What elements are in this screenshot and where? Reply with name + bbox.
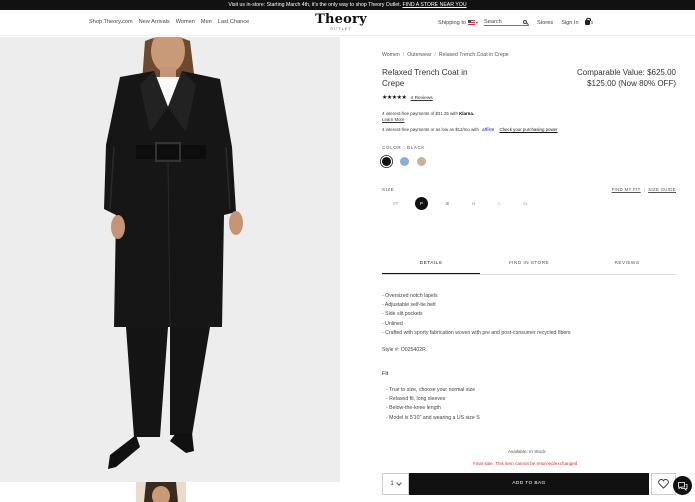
rating[interactable]: ★★★★★ 4 Reviews — [382, 94, 433, 101]
signin-link[interactable]: Sign In — [561, 20, 578, 26]
size-label: SIZE — [382, 187, 395, 192]
list-item: - Relaxed fit, long sleeves — [386, 396, 446, 403]
breadcrumb-women[interactable]: Women — [382, 52, 400, 58]
chevron-down-icon[interactable]: ▾ — [476, 20, 478, 25]
list-item: - True to size, choose your normal size — [386, 387, 476, 393]
search-input[interactable]: Search — [484, 19, 502, 25]
theory-logo[interactable]: Theory OUTLET — [313, 12, 369, 32]
breadcrumb-separator: / — [402, 52, 405, 58]
size-option-l[interactable]: L — [493, 197, 506, 210]
search-field[interactable]: Search — [484, 19, 530, 26]
size-option-s[interactable]: S — [441, 197, 454, 210]
list-item: - Side slit pockets — [382, 311, 423, 318]
promo-text: Visit us in-store: Starting March 4th, i… — [228, 2, 402, 8]
product-image[interactable] — [0, 37, 340, 502]
affirm-text: 4 interest-free payments or as low as $1… — [382, 127, 479, 132]
comparable-value: Comparable Value: $625.00 — [576, 68, 676, 77]
color-swatch-black[interactable] — [382, 157, 391, 166]
logo-name: Theory — [315, 12, 367, 27]
purchasing-power-link[interactable]: Check your purchasing power — [499, 127, 557, 132]
sale-price: $125.00 (Now 80% OFF) — [587, 79, 676, 88]
bag-count: 0 — [590, 20, 594, 25]
second-product-image[interactable] — [136, 482, 186, 502]
breadcrumb-current: Relaxed Trench Coat in Crepe — [438, 52, 509, 58]
nav-men[interactable]: Men — [201, 19, 212, 25]
shipping-label[interactable]: Shipping to — [438, 20, 466, 26]
breadcrumb-outerwear[interactable]: Outerwear — [407, 52, 431, 58]
stores-link[interactable]: Stores — [537, 20, 553, 26]
heart-icon — [658, 479, 669, 489]
learn-more-link[interactable]: Learn More — [382, 117, 474, 123]
star-rating-icon: ★★★★★ — [382, 95, 407, 101]
product-title: Relaxed Trench Coat in Crepe — [382, 68, 468, 88]
klarna-logo: Klarna. — [459, 111, 475, 116]
model-in-trench-coat-image — [104, 37, 243, 469]
link-separator: | — [643, 187, 646, 192]
nav-new-arrivals[interactable]: New Arrivals — [139, 19, 170, 25]
chevron-down-icon — [395, 480, 402, 486]
main-nav: Shop Theory.com New Arrivals Women Men L… — [89, 19, 249, 25]
availability-status: Available: In Stock — [508, 449, 546, 454]
list-item: - Below-the-knee length — [386, 405, 441, 412]
breadcrumb: Women / Outerwear / Relaxed Trench Coat in C… — [382, 52, 509, 58]
klarna-text: 4 interest-free payments of $31.25 with — [382, 111, 458, 116]
list-item: - Unlined — [382, 320, 403, 327]
size-option-xp[interactable]: XP — [389, 197, 402, 210]
chat-icon — [678, 481, 688, 491]
klarna-message: 4 interest-free payments of $31.25 with … — [382, 111, 474, 123]
quantity-select[interactable]: 1 — [382, 473, 409, 495]
affirm-logo: affirm — [482, 127, 495, 132]
color-swatch-tan[interactable] — [417, 157, 426, 166]
utility-nav: Shipping to ▾ Search Stores Sign In 0 — [438, 18, 594, 26]
model-head-thumbnail — [136, 482, 186, 502]
site-header: Shop Theory.com New Arrivals Women Men L… — [0, 10, 695, 36]
add-to-bag-button[interactable]: ADD TO BAG — [409, 473, 649, 495]
tab-details[interactable]: DETAILS — [382, 255, 480, 274]
find-store-link[interactable]: FIND A STORE NEAR YOU — [403, 2, 467, 8]
search-icon[interactable] — [522, 19, 528, 25]
color-label: COLOR : BLACK — [382, 145, 426, 150]
product-tabs: DETAILS FIND IN STORE REVIEWS — [382, 255, 676, 275]
style-number: Style #: O025402R — [382, 347, 426, 353]
list-item: - Adjustable self-tie belt — [382, 302, 436, 309]
breadcrumb-separator: / — [434, 52, 436, 58]
chat-button[interactable] — [673, 476, 692, 495]
promo-banner: Visit us in-store: Starting March 4th, i… — [0, 0, 695, 10]
size-guide-link[interactable]: SIZE GUIDE — [648, 187, 676, 192]
size-links: FIND MY FIT | SIZE GUIDE — [612, 187, 676, 192]
list-item: - Crafted with sporty fabrication woven … — [382, 329, 571, 336]
size-option-m[interactable]: M — [467, 197, 480, 210]
color-swatch-blue[interactable] — [400, 157, 409, 166]
list-item: - Model is 5'10" and wearing a US size S — [386, 414, 480, 421]
price-block: Comparable Value: $625.00 $125.00 (Now 8… — [577, 67, 676, 89]
nav-shop-theory[interactable]: Shop Theory.com — [89, 19, 133, 25]
size-option-p[interactable]: P — [415, 197, 428, 210]
shopping-bag-icon[interactable] — [584, 18, 591, 25]
nav-women[interactable]: Women — [176, 19, 195, 25]
affirm-message: 4 interest-free payments or as low as $1… — [382, 127, 558, 132]
size-option-xl[interactable]: XL — [519, 197, 532, 210]
fit-heading: Fit — [382, 371, 389, 377]
feature-list: - Oversized notch lapels - Adjustable se… — [382, 292, 571, 338]
tab-find-in-store[interactable]: FIND IN STORE — [480, 255, 578, 274]
us-flag-icon[interactable] — [468, 20, 475, 25]
nav-last-chance[interactable]: Last Chance — [218, 19, 249, 25]
fit-list: - True to size, choose your normal size … — [386, 386, 480, 423]
find-my-fit-link[interactable]: FIND MY FIT — [612, 187, 641, 192]
list-item: - Oversized notch lapels — [382, 293, 438, 299]
final-sale-notice: Final sale. This item cannot be returned… — [473, 461, 578, 466]
reviews-link[interactable]: 4 Reviews — [411, 96, 433, 101]
quantity-value: 1 — [390, 481, 394, 487]
logo-sub: OUTLET — [330, 27, 352, 31]
tab-reviews[interactable]: REVIEWS — [578, 255, 676, 274]
